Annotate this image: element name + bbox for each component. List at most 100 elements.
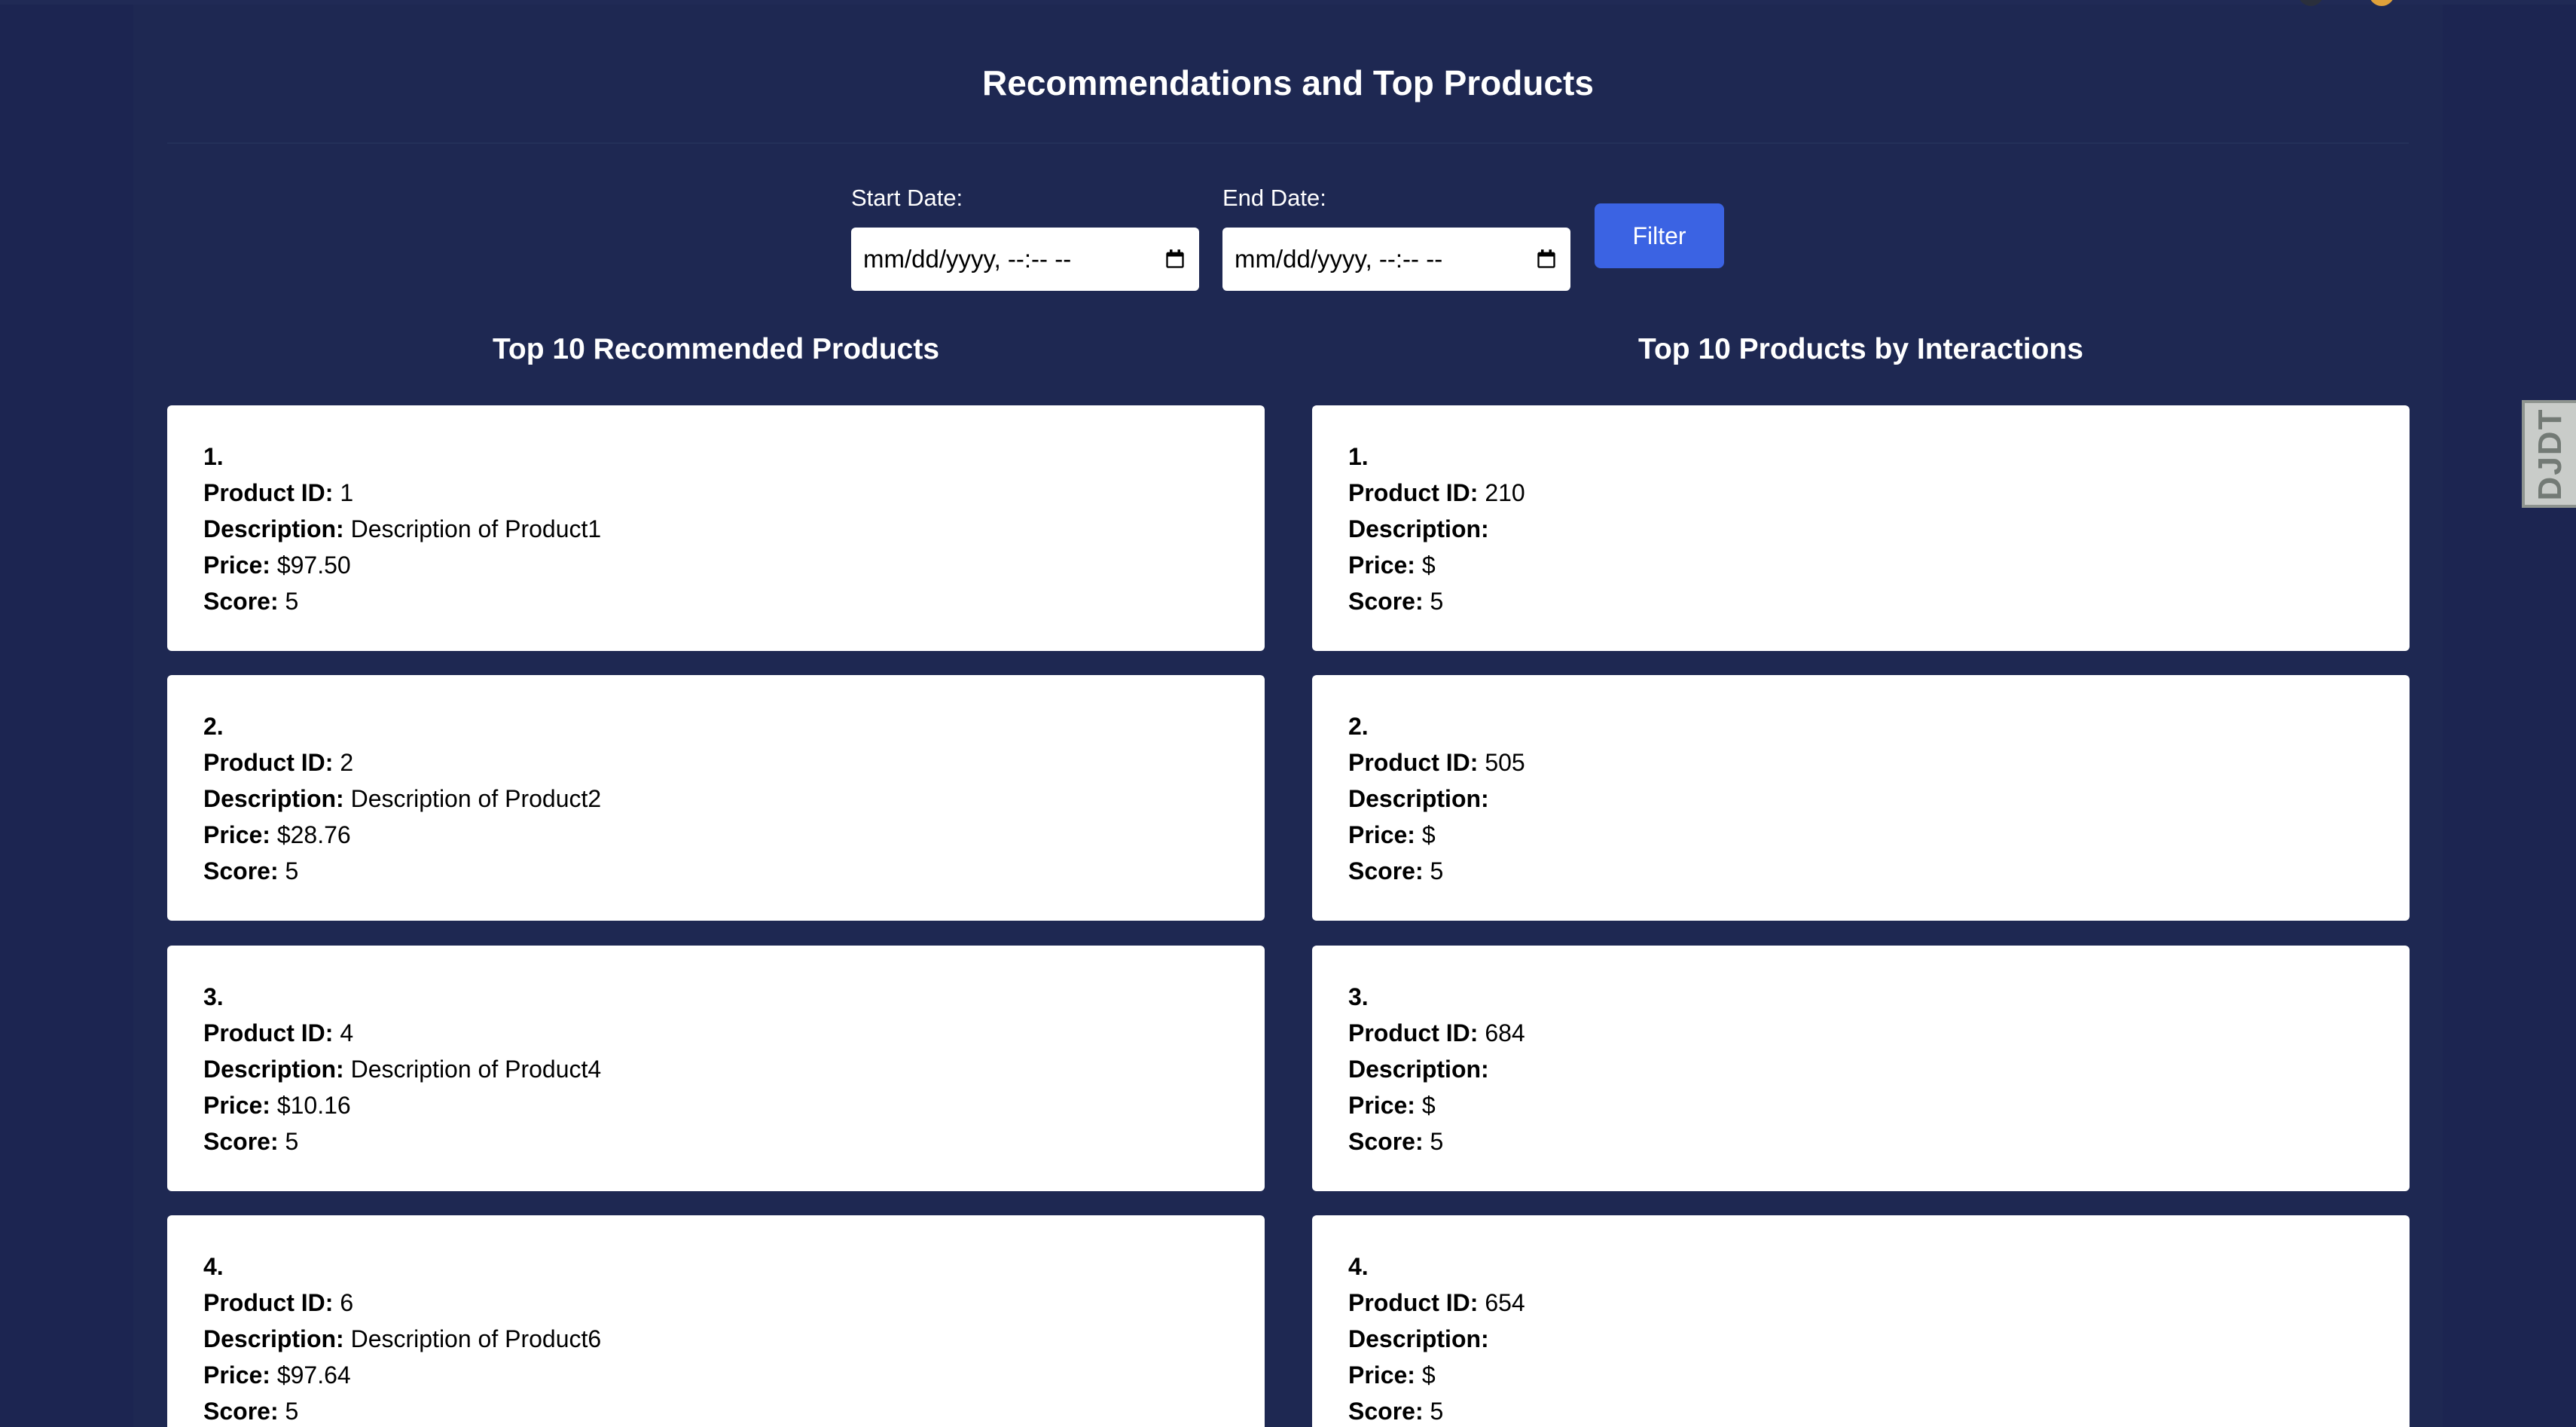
description-row: Description:: [1348, 511, 2373, 547]
rank: 1.: [1348, 443, 1369, 470]
product-id-label: Product ID:: [1348, 749, 1479, 776]
description-label: Description:: [203, 1056, 344, 1083]
product-id-value: 6: [340, 1289, 354, 1316]
description-label: Description:: [1348, 1056, 1489, 1083]
recommended-card: 2. Product ID: 2 Description: Descriptio…: [167, 675, 1265, 921]
product-id-row: Product ID: 6: [203, 1285, 1228, 1321]
filter-button[interactable]: Filter: [1595, 203, 1724, 268]
price-value: $: [1421, 1092, 1436, 1119]
rank: 2.: [203, 713, 224, 740]
score-value: 5: [1430, 857, 1444, 885]
score-label: Score:: [1348, 1128, 1424, 1155]
page-title: Recommendations and Top Products: [982, 63, 1594, 102]
description-row: Description: Description of Product4: [203, 1051, 1228, 1087]
start-date-placeholder: mm/dd/yyyy, --:-- --: [863, 245, 1072, 273]
product-id-label: Product ID:: [203, 479, 334, 506]
description-value: Description of Product6: [350, 1325, 602, 1352]
debug-toolbar-label: DJDT: [2532, 408, 2568, 500]
header-divider: [167, 142, 2409, 144]
interaction-card: 4. Product ID: 654 Description: Price: $…: [1312, 1215, 2410, 1427]
score-value: 5: [285, 1128, 299, 1155]
description-row: Description: Description of Product2: [203, 781, 1228, 817]
price-value: $: [1421, 1361, 1436, 1389]
product-id-value: 4: [340, 1019, 354, 1047]
description-value: Description of Product1: [350, 515, 602, 542]
price-row: Price: $: [1348, 547, 2373, 583]
rank: 4.: [1348, 1253, 1369, 1280]
end-date-input[interactable]: mm/dd/yyyy, --:-- --: [1222, 228, 1570, 291]
description-label: Description:: [1348, 1325, 1489, 1352]
score-label: Score:: [203, 857, 279, 885]
calendar-icon[interactable]: [1536, 249, 1557, 270]
score-row: Score: 5: [203, 583, 1228, 619]
rank: 3.: [203, 983, 224, 1010]
interaction-card: 2. Product ID: 505 Description: Price: $…: [1312, 675, 2410, 921]
price-label: Price:: [203, 1092, 270, 1119]
end-date-placeholder: mm/dd/yyyy, --:-- --: [1235, 245, 1443, 273]
rank: 4.: [203, 1253, 224, 1280]
score-value: 5: [1430, 1398, 1444, 1425]
description-label: Description:: [1348, 785, 1489, 812]
price-value: $97.64: [276, 1361, 351, 1389]
description-row: Description:: [1348, 1051, 2373, 1087]
price-label: Price:: [1348, 821, 1415, 848]
description-row: Description:: [1348, 781, 2373, 817]
price-value: $10.16: [276, 1092, 351, 1119]
interactions-heading: Top 10 Products by Interactions: [1638, 333, 2083, 365]
recommended-card: 4. Product ID: 6 Description: Descriptio…: [167, 1215, 1265, 1427]
interaction-card: 3. Product ID: 684 Description: Price: $…: [1312, 946, 2410, 1191]
score-label: Score:: [203, 588, 279, 615]
product-id-row: Product ID: 1: [203, 475, 1228, 511]
description-row: Description:: [1348, 1321, 2373, 1357]
score-row: Score: 5: [1348, 853, 2373, 889]
score-row: Score: 5: [1348, 583, 2373, 619]
price-label: Price:: [1348, 552, 1415, 579]
score-label: Score:: [1348, 588, 1424, 615]
product-id-value: 2: [340, 749, 354, 776]
description-row: Description: Description of Product1: [203, 511, 1228, 547]
price-label: Price:: [1348, 1092, 1415, 1119]
price-row: Price: $: [1348, 1357, 2373, 1393]
description-label: Description:: [203, 785, 344, 812]
product-id-label: Product ID:: [1348, 1289, 1479, 1316]
page: Recommendations and Top Products Start D…: [0, 0, 2576, 1427]
rank: 1.: [203, 443, 224, 470]
score-value: 5: [285, 588, 299, 615]
score-value: 5: [285, 1398, 299, 1425]
price-value: $28.76: [276, 821, 351, 848]
end-date-label: End Date:: [1222, 185, 1326, 211]
product-id-value: 654: [1485, 1289, 1525, 1316]
product-id-row: Product ID: 2: [203, 744, 1228, 781]
product-id-label: Product ID:: [1348, 1019, 1479, 1047]
price-label: Price:: [203, 552, 270, 579]
product-id-row: Product ID: 684: [1348, 1015, 2373, 1051]
score-value: 5: [1430, 1128, 1444, 1155]
score-row: Score: 5: [203, 1123, 1228, 1160]
description-value: Description of Product2: [350, 785, 602, 812]
price-row: Price: $97.64: [203, 1357, 1228, 1393]
rank: 2.: [1348, 713, 1369, 740]
start-date-input[interactable]: mm/dd/yyyy, --:-- --: [851, 228, 1199, 291]
price-value: $: [1421, 552, 1436, 579]
start-date-label: Start Date:: [851, 185, 963, 211]
score-row: Score: 5: [203, 1393, 1228, 1427]
product-id-row: Product ID: 654: [1348, 1285, 2373, 1321]
product-id-value: 1: [340, 479, 354, 506]
debug-toolbar-handle[interactable]: DJDT: [2522, 400, 2576, 508]
description-value: Description of Product4: [350, 1056, 602, 1083]
product-id-row: Product ID: 210: [1348, 475, 2373, 511]
product-id-row: Product ID: 505: [1348, 744, 2373, 781]
score-value: 5: [1430, 588, 1444, 615]
description-label: Description:: [203, 1325, 344, 1352]
score-row: Score: 5: [1348, 1393, 2373, 1427]
price-label: Price:: [1348, 1361, 1415, 1389]
calendar-icon[interactable]: [1164, 249, 1186, 270]
product-id-label: Product ID:: [203, 1289, 334, 1316]
price-row: Price: $28.76: [203, 817, 1228, 853]
price-row: Price: $97.50: [203, 547, 1228, 583]
score-label: Score:: [203, 1128, 279, 1155]
product-id-label: Product ID:: [203, 749, 334, 776]
price-label: Price:: [203, 821, 270, 848]
score-label: Score:: [1348, 857, 1424, 885]
score-row: Score: 5: [203, 853, 1228, 889]
